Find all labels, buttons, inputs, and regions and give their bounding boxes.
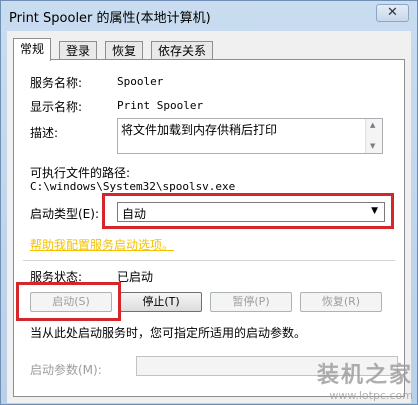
tab-logon[interactable]: 登录 [59,41,98,60]
start-params-label: 启动参数(M): [30,363,102,377]
scroll-down-icon[interactable]: ▼ [370,142,375,150]
service-status-value: 已启动 [117,270,154,284]
service-name-label: 服务名称: [30,76,83,90]
window-title: Print Spooler 的属性(本地计算机) [9,11,211,26]
exe-path-label: 可执行文件的路径: [30,166,131,180]
start-params-hint: 当从此处启动服务时，您可指定所适用的启动参数。 [30,326,307,340]
close-icon: ✕ [387,5,398,20]
stop-button[interactable]: 停止(T) [120,292,202,312]
description-scrollbar[interactable]: ▲ ▼ [365,119,382,153]
tab-recovery[interactable]: 恢复 [105,41,144,60]
startup-type-label: 启动类型(E): [30,207,99,221]
title-bar[interactable]: Print Spooler 的属性(本地计算机) ✕ [1,1,417,31]
close-button[interactable]: ✕ [376,4,409,22]
divider [23,260,395,261]
scroll-up-icon[interactable]: ▲ [370,121,375,129]
description-box[interactable]: 将文件加载到内存供稍后打印 ▲ ▼ [117,118,383,154]
description-value: 将文件加载到内存供稍后打印 [121,123,278,137]
highlight-startup-type [102,193,394,229]
watermark: 装机之家 www.lotpc.com [317,357,413,402]
highlight-start-button [16,282,121,321]
service-properties-window: Print Spooler 的属性(本地计算机) ✕ 常规 登录 恢复 依存关系… [0,0,418,405]
resume-button[interactable]: 恢复(R) [300,292,382,312]
dialog-client-area: 常规 登录 恢复 依存关系 服务名称: Spooler 显示名称: Print … [7,31,411,403]
display-name-label: 显示名称: [30,100,83,114]
watermark-url: www.lotpc.com [329,389,413,402]
tab-general[interactable]: 常规 [13,38,52,61]
pause-button[interactable]: 暂停(P) [210,292,292,312]
general-tab-panel: 服务名称: Spooler 显示名称: Print Spooler 描述: 将文… [13,59,405,397]
help-configure-link[interactable]: 帮助我配置服务启动选项。 [30,236,174,253]
display-name-value: Print Spooler [117,99,204,112]
watermark-logo: 装机之家 [316,363,413,388]
description-label: 描述: [30,126,59,140]
exe-path-value: C:\windows\System32\spoolsv.exe [30,180,236,193]
service-name-value: Spooler [117,75,164,88]
tab-dependencies[interactable]: 依存关系 [151,41,214,60]
